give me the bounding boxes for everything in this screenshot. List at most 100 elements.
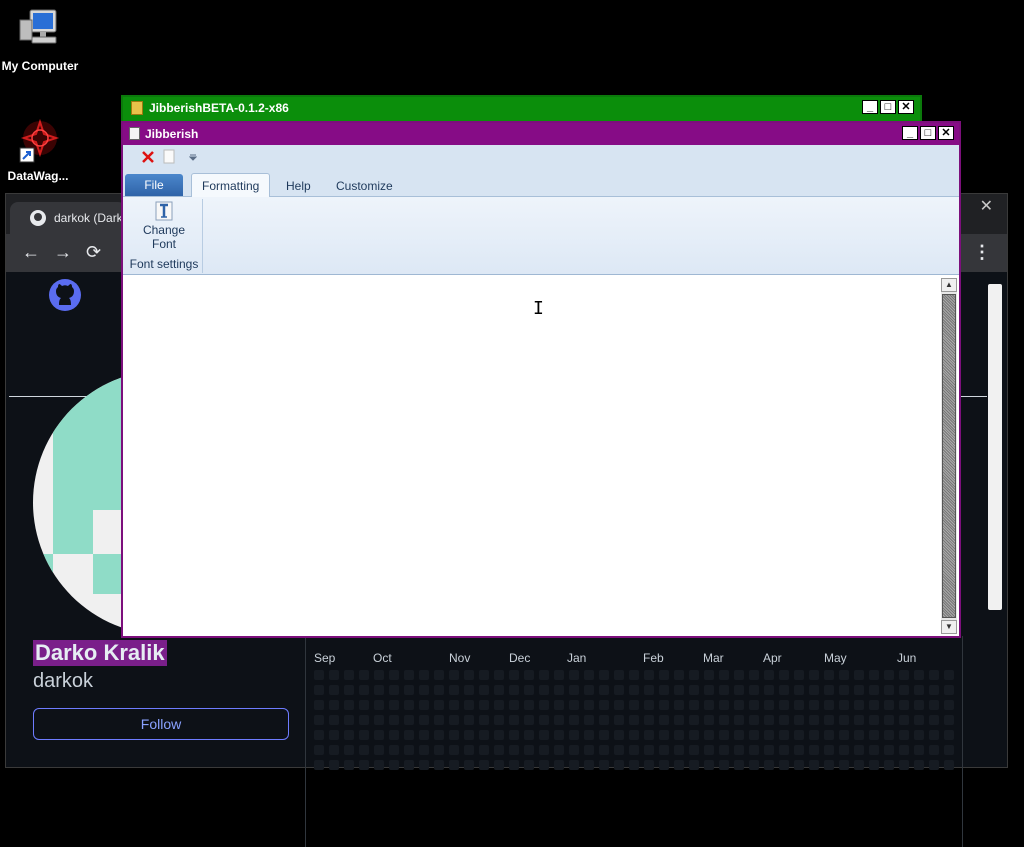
contribution-cell[interactable] — [434, 715, 444, 725]
contribution-cell[interactable] — [329, 745, 339, 755]
contribution-cell[interactable] — [524, 760, 534, 770]
new-document-icon[interactable] — [163, 149, 175, 164]
contribution-cell[interactable] — [779, 760, 789, 770]
contribution-cell[interactable] — [854, 760, 864, 770]
contribution-cell[interactable] — [329, 685, 339, 695]
contribution-cell[interactable] — [569, 700, 579, 710]
contribution-cell[interactable] — [794, 715, 804, 725]
contribution-cell[interactable] — [884, 670, 894, 680]
contribution-cell[interactable] — [314, 715, 324, 725]
contribution-cell[interactable] — [404, 670, 414, 680]
contribution-cell[interactable] — [929, 715, 939, 725]
contribution-cell[interactable] — [839, 685, 849, 695]
contribution-cell[interactable] — [584, 760, 594, 770]
contribution-cell[interactable] — [449, 700, 459, 710]
contribution-cell[interactable] — [929, 670, 939, 680]
editor-scrollbar[interactable]: ▲ ▼ — [941, 278, 957, 634]
contribution-cell[interactable] — [809, 700, 819, 710]
contribution-cell[interactable] — [869, 670, 879, 680]
contribution-cell[interactable] — [449, 745, 459, 755]
contribution-cell[interactable] — [869, 715, 879, 725]
contribution-cell[interactable] — [629, 685, 639, 695]
contribution-cell[interactable] — [599, 670, 609, 680]
contribution-cell[interactable] — [704, 730, 714, 740]
contribution-cell[interactable] — [704, 700, 714, 710]
contribution-cell[interactable] — [689, 715, 699, 725]
contribution-cell[interactable] — [629, 700, 639, 710]
contribution-cell[interactable] — [389, 700, 399, 710]
contribution-cell[interactable] — [344, 685, 354, 695]
contribution-cell[interactable] — [809, 715, 819, 725]
contribution-cell[interactable] — [629, 730, 639, 740]
contribution-cell[interactable] — [479, 715, 489, 725]
contribution-cell[interactable] — [494, 760, 504, 770]
contribution-cell[interactable] — [509, 685, 519, 695]
contribution-cell[interactable] — [944, 700, 954, 710]
contribution-cell[interactable] — [824, 670, 834, 680]
contribution-cell[interactable] — [689, 670, 699, 680]
contribution-cell[interactable] — [734, 715, 744, 725]
contribution-cell[interactable] — [794, 685, 804, 695]
contribution-cell[interactable] — [599, 685, 609, 695]
close-document-icon[interactable] — [141, 150, 155, 164]
contribution-cell[interactable] — [614, 745, 624, 755]
contribution-cell[interactable] — [329, 670, 339, 680]
contribution-cell[interactable] — [719, 700, 729, 710]
contribution-cell[interactable] — [344, 730, 354, 740]
contribution-cell[interactable] — [599, 730, 609, 740]
contribution-cell[interactable] — [944, 760, 954, 770]
contribution-cell[interactable] — [644, 760, 654, 770]
contribution-cell[interactable] — [734, 760, 744, 770]
contribution-cell[interactable] — [479, 670, 489, 680]
contribution-cell[interactable] — [869, 685, 879, 695]
contribution-cell[interactable] — [539, 730, 549, 740]
contribution-cell[interactable] — [764, 670, 774, 680]
contribution-cell[interactable] — [644, 745, 654, 755]
contribution-cell[interactable] — [584, 730, 594, 740]
contribution-cell[interactable] — [449, 670, 459, 680]
contribution-cell[interactable] — [404, 730, 414, 740]
contribution-cell[interactable] — [344, 715, 354, 725]
contribution-cell[interactable] — [629, 760, 639, 770]
contribution-cell[interactable] — [359, 760, 369, 770]
contribution-cell[interactable] — [314, 745, 324, 755]
contribution-cell[interactable] — [569, 670, 579, 680]
contribution-cell[interactable] — [854, 715, 864, 725]
contribution-cell[interactable] — [434, 670, 444, 680]
contribution-cell[interactable] — [314, 685, 324, 695]
contribution-cell[interactable] — [554, 670, 564, 680]
contribution-cell[interactable] — [914, 745, 924, 755]
contribution-cell[interactable] — [794, 745, 804, 755]
contribution-cell[interactable] — [419, 760, 429, 770]
contribution-cell[interactable] — [479, 760, 489, 770]
contribution-cell[interactable] — [644, 685, 654, 695]
contribution-cell[interactable] — [314, 670, 324, 680]
contribution-cell[interactable] — [929, 760, 939, 770]
contribution-cell[interactable] — [749, 685, 759, 695]
contribution-cell[interactable] — [854, 670, 864, 680]
contribution-cell[interactable] — [449, 685, 459, 695]
contribution-cell[interactable] — [899, 730, 909, 740]
contribution-cell[interactable] — [794, 670, 804, 680]
contribution-cell[interactable] — [929, 745, 939, 755]
contribution-cell[interactable] — [599, 715, 609, 725]
contribution-cell[interactable] — [824, 760, 834, 770]
minimize-button[interactable]: _ — [902, 126, 918, 140]
contribution-cell[interactable] — [839, 730, 849, 740]
contribution-cell[interactable] — [614, 715, 624, 725]
contribution-cell[interactable] — [929, 685, 939, 695]
contribution-cell[interactable] — [824, 730, 834, 740]
contribution-cell[interactable] — [749, 745, 759, 755]
contribution-cell[interactable] — [479, 730, 489, 740]
contribution-cell[interactable] — [464, 685, 474, 695]
contribution-cell[interactable] — [584, 685, 594, 695]
contribution-cell[interactable] — [659, 700, 669, 710]
minimize-button[interactable]: _ — [862, 100, 878, 114]
contribution-cell[interactable] — [434, 685, 444, 695]
contribution-cell[interactable] — [674, 760, 684, 770]
contribution-cell[interactable] — [359, 715, 369, 725]
contribution-cell[interactable] — [569, 715, 579, 725]
contribution-cell[interactable] — [929, 730, 939, 740]
contribution-cell[interactable] — [584, 700, 594, 710]
contribution-cell[interactable] — [644, 670, 654, 680]
